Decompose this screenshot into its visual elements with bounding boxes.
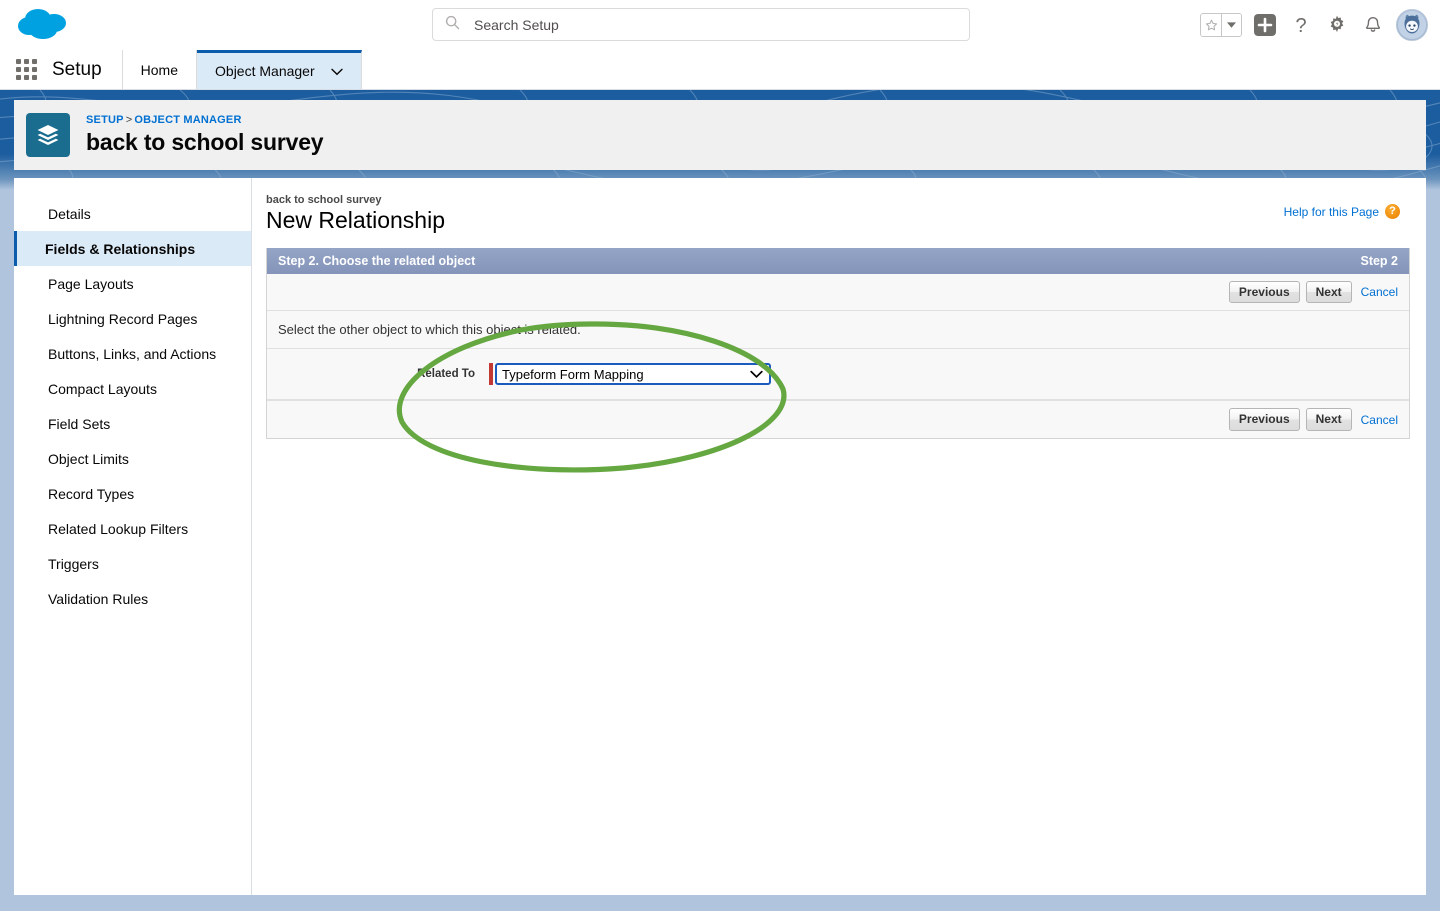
sidebar-item-record-types[interactable]: Record Types bbox=[14, 476, 251, 511]
sidebar-item-label: Compact Layouts bbox=[48, 380, 157, 397]
sidebar-item-triggers[interactable]: Triggers bbox=[14, 546, 251, 581]
avatar[interactable] bbox=[1396, 9, 1428, 41]
record-header: SETUP > OBJECT MANAGER back to school surv… bbox=[14, 100, 1426, 170]
pane-title: New Relationship bbox=[266, 207, 445, 233]
tab-home[interactable]: Home bbox=[123, 50, 198, 89]
breadcrumb-object-manager[interactable]: OBJECT MANAGER bbox=[134, 114, 241, 126]
breadcrumb: SETUP > OBJECT MANAGER bbox=[86, 114, 323, 126]
tab-object-manager-label: Object Manager bbox=[215, 63, 315, 79]
breadcrumb-separator: > bbox=[125, 114, 133, 126]
sidebar-item-details[interactable]: Details bbox=[14, 196, 251, 231]
sidebar-item-object-limits[interactable]: Object Limits bbox=[14, 441, 251, 476]
svg-text:?: ? bbox=[1295, 15, 1306, 36]
related-to-label: Related To bbox=[417, 368, 475, 381]
breadcrumb-setup[interactable]: SETUP bbox=[86, 114, 124, 126]
new-relationship-wizard: Step 2. Choose the related object Step 2… bbox=[266, 248, 1410, 439]
sidebar-item-label: Lightning Record Pages bbox=[48, 310, 198, 327]
header-actions: ? bbox=[1200, 0, 1428, 50]
global-header: Search Setup ? bbox=[0, 0, 1440, 50]
content-card: Details Fields & Relationships Page Layo… bbox=[14, 178, 1426, 895]
cancel-link-bottom[interactable]: Cancel bbox=[1361, 413, 1398, 427]
wizard-step-bar: Step 2. Choose the related object Step 2 bbox=[267, 248, 1409, 274]
main-pane: back to school survey New Relationship H… bbox=[252, 178, 1426, 895]
wizard-button-row-bottom: Previous Next Cancel bbox=[267, 400, 1409, 438]
tab-home-label: Home bbox=[140, 61, 179, 78]
sidebar-item-label: Validation Rules bbox=[48, 590, 149, 607]
next-button-top[interactable]: Next bbox=[1305, 281, 1352, 304]
sidebar-item-label: Details bbox=[48, 205, 91, 222]
bell-icon[interactable] bbox=[1360, 12, 1386, 38]
help-circle-icon[interactable]: ? bbox=[1385, 204, 1400, 219]
chevron-down-icon[interactable] bbox=[330, 63, 343, 79]
favorites-group[interactable] bbox=[1200, 13, 1242, 37]
sidebar-item-fields-relationships[interactable]: Fields & Relationships bbox=[14, 231, 251, 266]
cancel-link-top[interactable]: Cancel bbox=[1361, 285, 1398, 299]
sidebar-item-buttons-links-actions[interactable]: Buttons, Links, and Actions bbox=[14, 336, 251, 371]
sidebar-item-label: Object Limits bbox=[48, 450, 129, 467]
related-to-select-wrap[interactable]: Typeform Form Mapping bbox=[489, 363, 771, 386]
sidebar-item-label: Field Sets bbox=[48, 415, 111, 432]
required-indicator bbox=[489, 363, 493, 386]
global-search-container[interactable]: Search Setup bbox=[432, 8, 970, 41]
sidebar-item-page-layouts[interactable]: Page Layouts bbox=[14, 266, 251, 301]
setup-app-name: Setup bbox=[52, 50, 123, 89]
page-title: back to school survey bbox=[86, 129, 324, 155]
help-for-this-page-link[interactable]: Help for this Page ? bbox=[1284, 204, 1400, 219]
related-to-select[interactable]: Typeform Form Mapping bbox=[495, 363, 771, 386]
previous-button-top[interactable]: Previous bbox=[1228, 281, 1300, 304]
object-sidebar-nav: Details Fields & Relationships Page Layo… bbox=[14, 178, 252, 895]
sidebar-item-label: Buttons, Links, and Actions bbox=[48, 345, 217, 362]
custom-object-layers-icon bbox=[26, 113, 70, 157]
search-icon bbox=[445, 15, 460, 35]
setup-nav-bar: Setup Home Object Manager bbox=[0, 50, 1440, 90]
star-icon[interactable] bbox=[1201, 14, 1221, 36]
gear-icon[interactable] bbox=[1324, 12, 1350, 38]
salesforce-cloud-logo[interactable] bbox=[14, 5, 76, 45]
sidebar-item-lightning-record-pages[interactable]: Lightning Record Pages bbox=[14, 301, 251, 336]
app-launcher-grid-icon[interactable] bbox=[0, 50, 52, 89]
pane-eyebrow: back to school survey bbox=[266, 194, 382, 206]
search-placeholder-text: Search Setup bbox=[474, 16, 559, 33]
wizard-button-row-top: Previous Next Cancel bbox=[267, 274, 1409, 312]
sidebar-item-label: Triggers bbox=[48, 555, 99, 572]
previous-button-bottom[interactable]: Previous bbox=[1228, 408, 1300, 431]
tab-object-manager[interactable]: Object Manager bbox=[197, 50, 362, 89]
related-to-field-row: Related To Typeform Form Mapping bbox=[267, 349, 1409, 401]
question-mark-icon[interactable]: ? bbox=[1288, 12, 1314, 38]
sidebar-item-label: Related Lookup Filters bbox=[48, 520, 189, 537]
sidebar-item-label: Fields & Relationships bbox=[45, 240, 196, 257]
sidebar-item-related-lookup-filters[interactable]: Related Lookup Filters bbox=[14, 511, 251, 546]
chevron-down-icon[interactable] bbox=[750, 367, 763, 382]
help-link-label: Help for this Page bbox=[1283, 204, 1379, 219]
search-input[interactable]: Search Setup bbox=[432, 8, 970, 41]
wizard-instruction: Select the other object to which this ob… bbox=[267, 311, 1409, 350]
wizard-step-indicator: Step 2 bbox=[1360, 254, 1398, 268]
plus-square-icon[interactable] bbox=[1252, 12, 1278, 38]
sidebar-item-compact-layouts[interactable]: Compact Layouts bbox=[14, 371, 251, 406]
wizard-step-title: Step 2. Choose the related object bbox=[278, 254, 476, 268]
sidebar-item-label: Page Layouts bbox=[48, 275, 134, 292]
caret-down-icon[interactable] bbox=[1221, 14, 1241, 36]
sidebar-item-label: Record Types bbox=[48, 485, 135, 502]
next-button-bottom[interactable]: Next bbox=[1305, 408, 1352, 431]
sidebar-item-validation-rules[interactable]: Validation Rules bbox=[14, 581, 251, 616]
pane-header: back to school survey New Relationship H… bbox=[266, 194, 1410, 234]
sidebar-item-field-sets[interactable]: Field Sets bbox=[14, 406, 251, 441]
related-to-selected-value: Typeform Form Mapping bbox=[502, 366, 644, 382]
